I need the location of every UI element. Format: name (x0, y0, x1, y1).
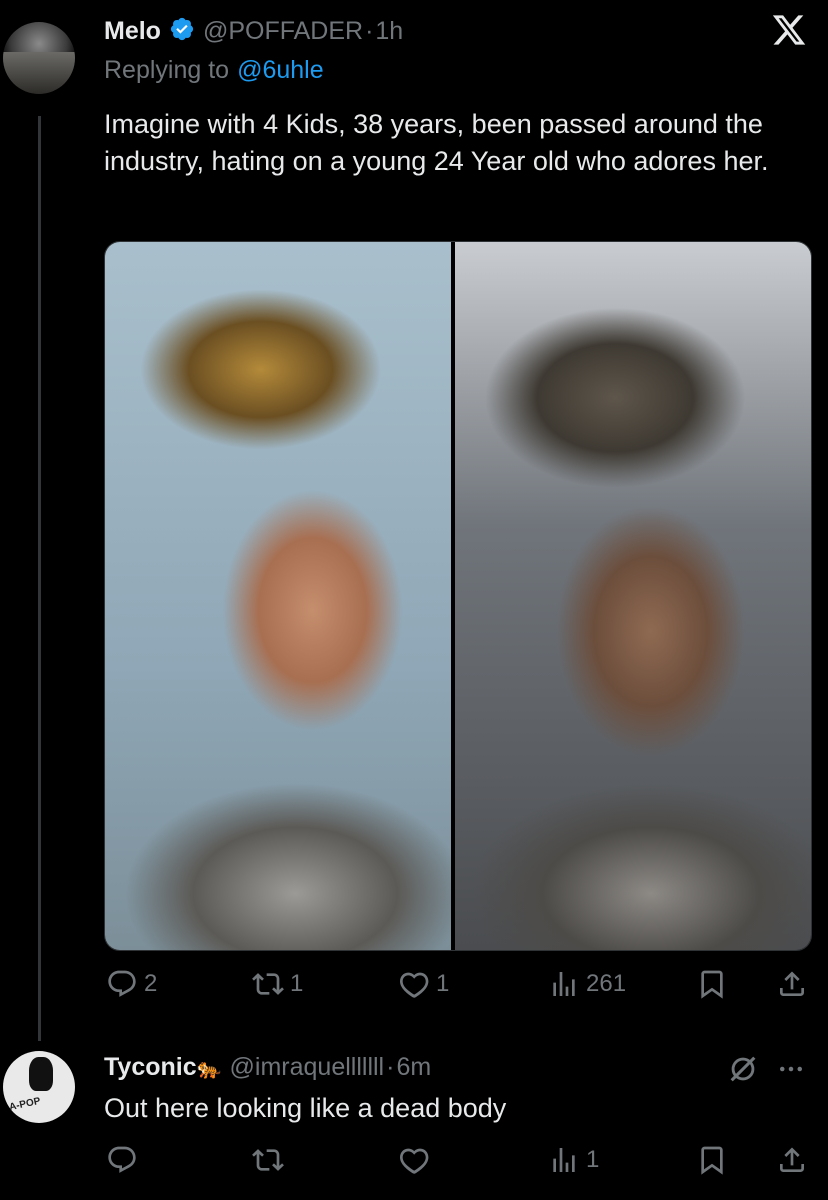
reply-icon (106, 1144, 138, 1176)
reply-time[interactable]: 6m (396, 1053, 431, 1082)
tweet-time[interactable]: 1h (375, 17, 403, 46)
repost-icon (252, 968, 284, 1000)
views-icon (548, 968, 580, 1000)
share-button[interactable] (776, 968, 808, 1005)
reply-reply-button[interactable] (106, 1144, 138, 1176)
tweet-media[interactable] (104, 241, 812, 951)
reply-share-button[interactable] (776, 1144, 808, 1181)
reply-bookmark-button[interactable] (696, 1144, 728, 1181)
reply-avatar-figure (29, 1057, 53, 1091)
media-photo-right[interactable] (455, 242, 811, 950)
grok-icon[interactable] (726, 1052, 760, 1091)
share-icon (776, 1147, 808, 1180)
author-handle[interactable]: @POFFADER (203, 17, 363, 46)
reply-button[interactable]: 2 (106, 968, 157, 1000)
views-count: 261 (586, 970, 627, 997)
replying-prefix: Replying to (104, 56, 230, 84)
reply-like-button[interactable] (398, 1144, 430, 1176)
share-icon (776, 971, 808, 1004)
reply-avatar[interactable]: A-POP (3, 1051, 75, 1123)
heart-icon (398, 1144, 430, 1176)
verified-badge-icon (169, 16, 195, 47)
tiger-emoji: 🐅 (196, 1057, 222, 1080)
bookmark-icon (696, 1146, 728, 1180)
views-button[interactable]: 261 (548, 968, 626, 1000)
repost-button[interactable]: 1 (252, 968, 303, 1000)
reply-views-button[interactable]: 1 (548, 1144, 599, 1176)
bookmark-button[interactable] (696, 968, 728, 1005)
repost-count: 1 (290, 970, 304, 997)
bookmark-icon (696, 970, 728, 1004)
like-button[interactable]: 1 (398, 968, 449, 1000)
reply-count: 2 (144, 970, 158, 997)
replying-to-handle[interactable]: @6uhle (237, 56, 324, 88)
like-count: 1 (436, 970, 450, 997)
x-logo-icon[interactable] (770, 12, 808, 53)
tweet-header: Melo @POFFADER · 1h (104, 14, 403, 48)
tweet-text: Imagine with 4 Kids, 38 years, been pass… (104, 109, 769, 176)
thread-line (38, 116, 41, 1041)
reply-repost-button[interactable] (252, 1144, 284, 1176)
reply-header: Tyconic🐅 @imraquelllllll · 6m (104, 1050, 431, 1084)
heart-icon (398, 968, 430, 1000)
reply-separator: · (386, 1052, 395, 1081)
more-icon[interactable] (776, 1054, 806, 1089)
reply-handle[interactable]: @imraquelllllll (230, 1053, 385, 1082)
replying-to: Replying to @6uhle (104, 56, 324, 88)
author-name[interactable]: Melo (104, 17, 161, 46)
reply-text: Out here looking like a dead body (104, 1093, 507, 1123)
reply-author-name[interactable]: Tyconic🐅 (104, 1053, 222, 1082)
reply-avatar-label: A-POP (8, 1095, 42, 1114)
repost-icon (252, 1144, 284, 1176)
reply-icon (106, 968, 138, 1000)
author-avatar[interactable] (3, 22, 75, 94)
reply-views-count: 1 (586, 1146, 600, 1173)
separator: · (365, 16, 374, 45)
media-photo-left[interactable] (105, 242, 451, 950)
views-icon (548, 1144, 580, 1176)
